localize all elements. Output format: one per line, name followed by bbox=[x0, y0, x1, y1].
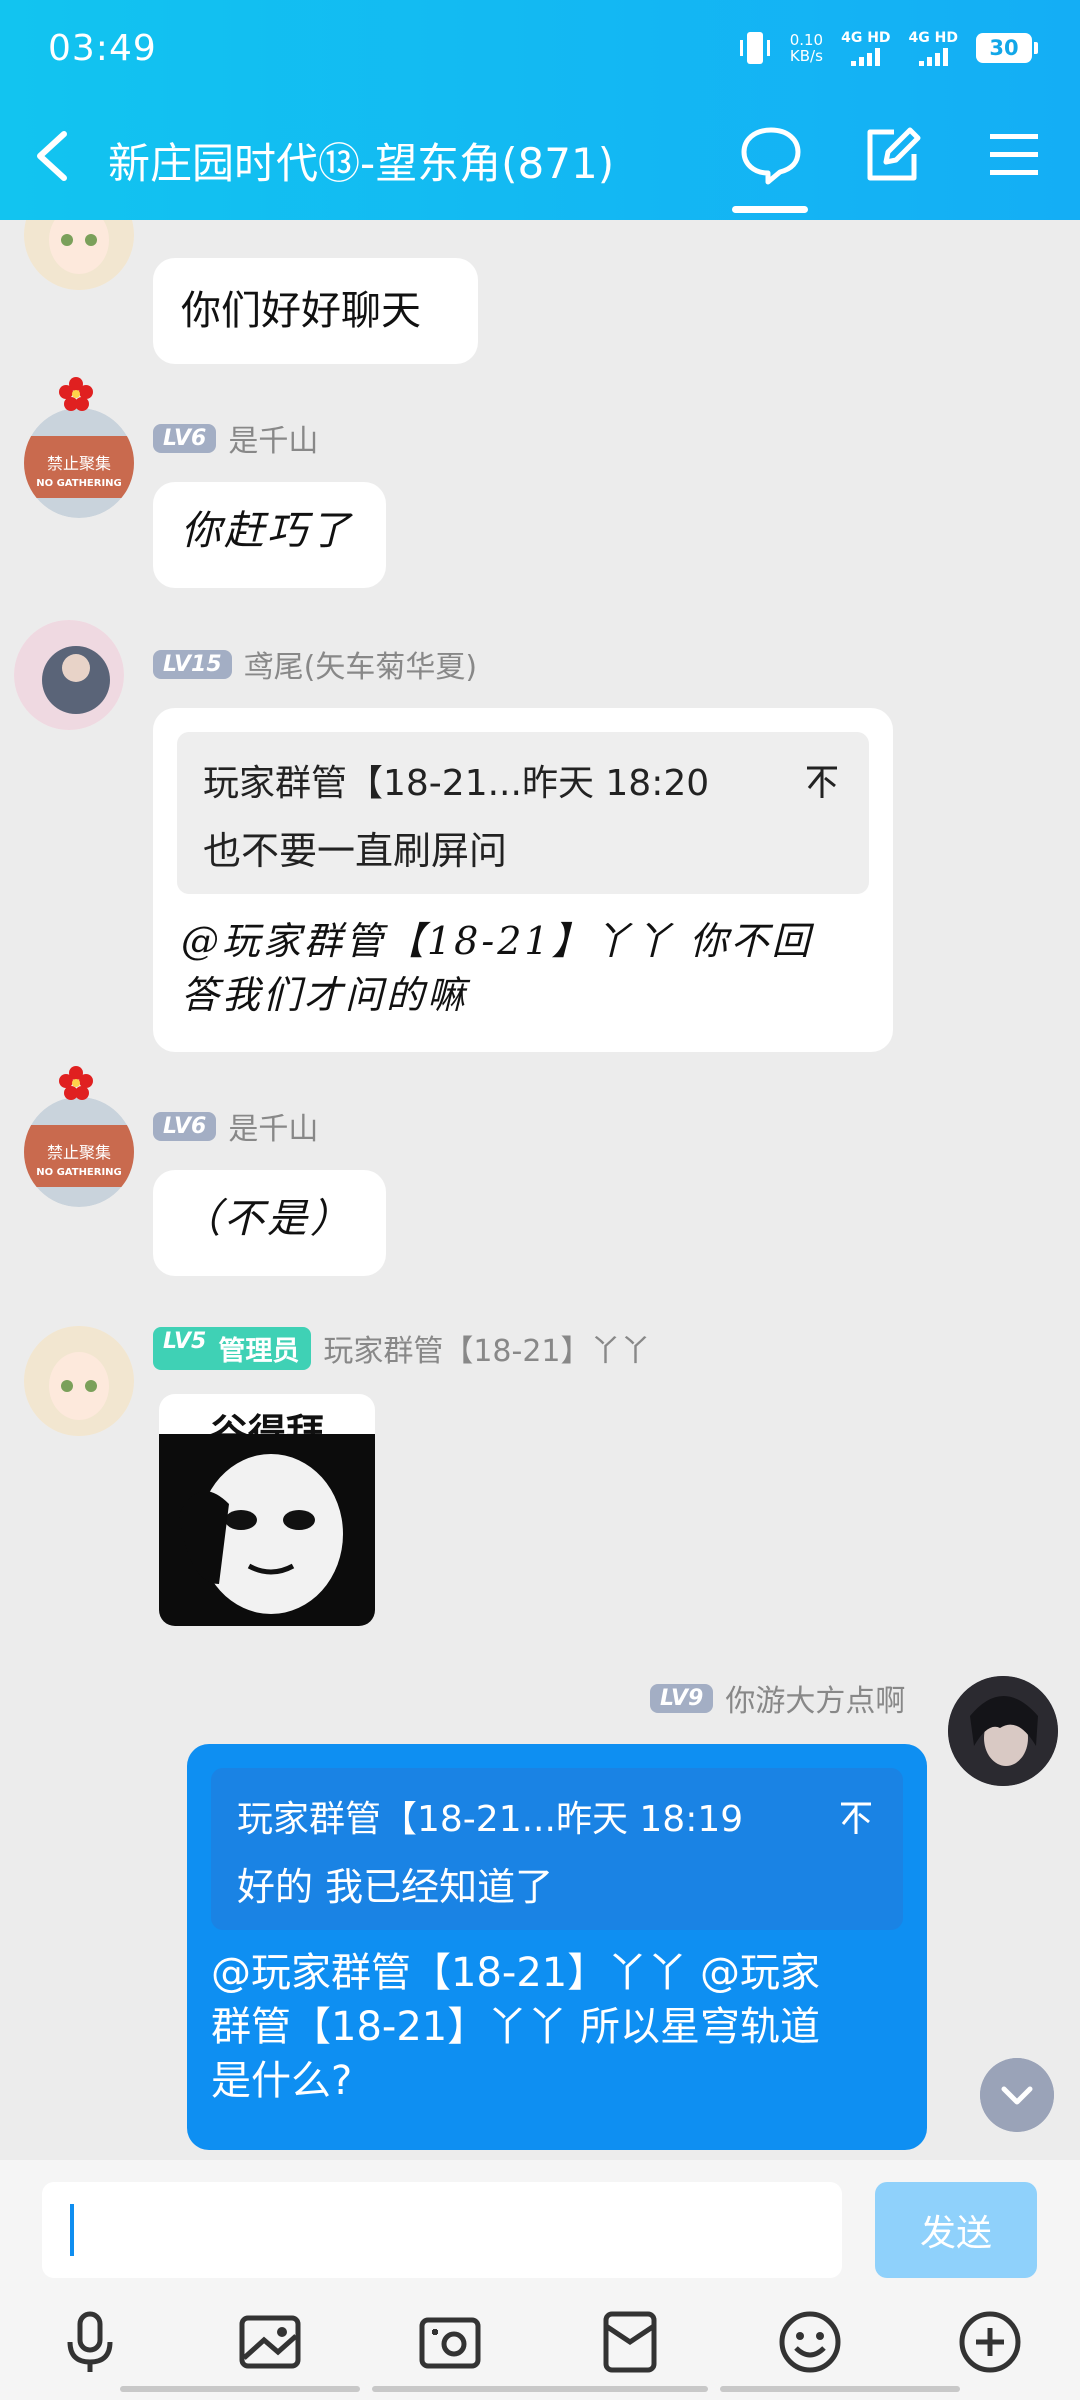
plus-more-icon[interactable] bbox=[954, 2306, 1026, 2378]
microphone-icon[interactable] bbox=[54, 2306, 126, 2378]
menu-icon[interactable] bbox=[982, 122, 1048, 188]
send-button[interactable]: 发送 bbox=[875, 2182, 1037, 2278]
status-bar: 03:49 0.10 KB/s 4G HD 4G HD 30 bbox=[0, 0, 1080, 100]
sender-info: LV6 是千山 bbox=[153, 416, 318, 460]
sticker-image[interactable]: 谷得拜 bbox=[159, 1394, 375, 1626]
quoted-message[interactable]: 玩家群管【18-21...昨天 18:20 也不要一直刷屏问 bbox=[177, 732, 869, 894]
quoted-message[interactable]: 玩家群管【18-21...昨天 18:19 好的 我已经知道了 bbox=[211, 1768, 903, 1930]
red-packet-icon[interactable] bbox=[594, 2306, 666, 2378]
message-bubble[interactable]: （不是） bbox=[153, 1170, 386, 1276]
jump-to-quote-icon[interactable] bbox=[839, 1798, 873, 1836]
sender-name[interactable]: 是千山 bbox=[228, 416, 318, 460]
message-text: @玩家群管【18-21】丫丫 你不回 答我们才问的嘛 bbox=[181, 919, 813, 1017]
quote-header: 玩家群管【18-21...昨天 18:19 bbox=[237, 1799, 744, 1840]
sender-name[interactable]: 玩家群管【18-21】丫丫 bbox=[323, 1326, 650, 1370]
level-badge: LV15 bbox=[153, 649, 232, 679]
quote-text: 好的 我已经知道了 bbox=[237, 1865, 554, 1909]
avatar-anime-girl[interactable] bbox=[24, 1326, 134, 1436]
avatar-anime-girl[interactable] bbox=[24, 220, 134, 290]
sender-info: LV6 是千山 bbox=[153, 1104, 318, 1148]
app-header: 03:49 0.10 KB/s 4G HD 4G HD 30 新庄园时代⑬-望东角 bbox=[0, 0, 1080, 220]
image-icon[interactable] bbox=[234, 2306, 306, 2378]
flower-decoration-icon bbox=[59, 1066, 93, 1100]
level-badge: LV6 bbox=[153, 1111, 217, 1141]
sender-name[interactable]: 鸢尾(矢车菊华夏) bbox=[244, 642, 477, 686]
text-caret bbox=[70, 2204, 74, 2256]
nav-gesture-bar bbox=[372, 2386, 708, 2392]
back-arrow-icon[interactable] bbox=[30, 128, 74, 184]
quote-header: 玩家群管【18-21...昨天 18:20 bbox=[203, 763, 710, 804]
level-badge: LV6 bbox=[153, 423, 217, 453]
reply-message-bubble[interactable]: 玩家群管【18-21...昨天 18:20 也不要一直刷屏问 @玩家群管【18-… bbox=[153, 708, 893, 1052]
input-bar: 发送 bbox=[0, 2160, 1080, 2400]
chat-title: 新庄园时代⑬-望东角(871) bbox=[108, 139, 615, 188]
chat-bubble-icon[interactable] bbox=[738, 122, 804, 188]
admin-badge: LV5 管理员 bbox=[153, 1326, 312, 1370]
quote-text: 也不要一直刷屏问 bbox=[203, 829, 508, 873]
flower-decoration-icon bbox=[59, 377, 93, 411]
nav-gesture-bar bbox=[120, 2386, 360, 2392]
active-tab-indicator bbox=[732, 206, 808, 213]
message-bubble[interactable]: 你们好好聊天 bbox=[153, 258, 478, 364]
signal-sim2: 4G HD bbox=[909, 31, 958, 66]
jump-to-quote-icon[interactable] bbox=[805, 762, 839, 800]
emoji-icon[interactable] bbox=[774, 2306, 846, 2378]
avatar-no-gathering[interactable]: 禁止聚集 NO GATHERING bbox=[24, 1097, 134, 1207]
scroll-to-bottom-button[interactable] bbox=[980, 2058, 1054, 2132]
nav-gesture-bar bbox=[720, 2386, 960, 2392]
battery-indicator: 30 bbox=[976, 33, 1038, 63]
title-bar: 新庄园时代⑬-望东角(871) bbox=[0, 110, 1080, 213]
sender-info: LV9 你游大方点啊 bbox=[650, 1676, 905, 1720]
message-text: @玩家群管【18-21】丫丫 @玩家 群管【18-21】丫丫 所以星穹轨道 是什么? bbox=[211, 1950, 820, 2104]
sender-name[interactable]: 是千山 bbox=[228, 1104, 318, 1148]
my-reply-message-bubble[interactable]: 玩家群管【18-21...昨天 18:19 好的 我已经知道了 @玩家群管【18… bbox=[187, 1744, 927, 2150]
net-speed: 0.10 KB/s bbox=[789, 31, 824, 65]
chat-messages[interactable]: 你们好好聊天 禁止聚集 NO GATHERING LV6 是千山 你赶巧了 LV1… bbox=[0, 220, 1080, 2160]
sender-info: LV5 管理员 玩家群管【18-21】丫丫 bbox=[153, 1326, 651, 1370]
camera-icon[interactable] bbox=[414, 2306, 486, 2378]
avatar-no-gathering[interactable]: 禁止聚集 NO GATHERING bbox=[24, 408, 134, 518]
clock: 03:49 bbox=[48, 28, 157, 69]
sender-info: LV15 鸢尾(矢车菊华夏) bbox=[153, 642, 477, 686]
my-avatar[interactable] bbox=[948, 1676, 1058, 1786]
status-icons: 0.10 KB/s 4G HD 4G HD 30 bbox=[738, 28, 1038, 68]
avatar-photo-frame[interactable] bbox=[14, 620, 124, 730]
sender-name[interactable]: 你游大方点啊 bbox=[725, 1676, 905, 1720]
edit-note-icon[interactable] bbox=[858, 122, 924, 188]
level-badge: LV9 bbox=[650, 1683, 714, 1713]
vibrate-icon bbox=[739, 32, 770, 64]
message-input[interactable] bbox=[42, 2182, 842, 2278]
signal-sim1: 4G HD bbox=[841, 31, 891, 66]
message-bubble[interactable]: 你赶巧了 bbox=[153, 482, 386, 588]
panda-meme-icon bbox=[159, 1434, 375, 1626]
